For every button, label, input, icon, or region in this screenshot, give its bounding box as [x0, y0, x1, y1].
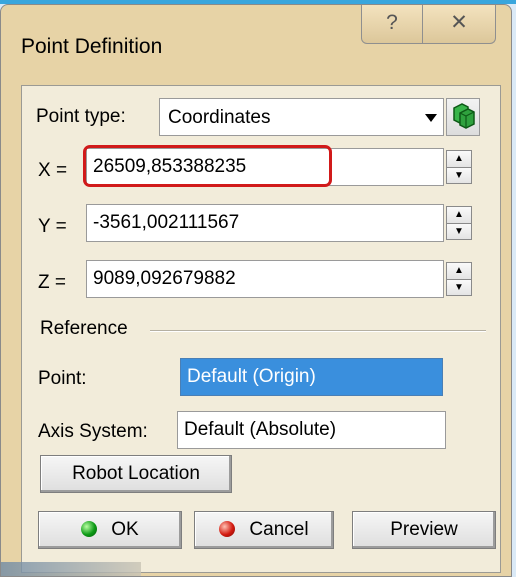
point-type-label: Point type:	[36, 106, 126, 127]
z-coordinate-field[interactable]: 9089,092679882	[86, 260, 444, 298]
spin-down-icon[interactable]: ▼	[447, 167, 471, 183]
y-coordinate-field[interactable]: -3561,002111567	[86, 204, 444, 242]
stack-icon[interactable]	[446, 98, 480, 136]
reference-group-label: Reference	[40, 318, 128, 339]
spin-up-icon[interactable]: ▲	[447, 207, 471, 224]
reference-divider	[150, 330, 486, 332]
help-button[interactable]: ?	[361, 5, 423, 44]
close-icon: ✕	[450, 11, 468, 34]
y-spinner[interactable]: ▲ ▼	[446, 206, 472, 240]
point-type-dropdown[interactable]: Coordinates	[159, 98, 444, 136]
x-label: X =	[38, 160, 68, 181]
x-spinner[interactable]: ▲ ▼	[446, 150, 472, 184]
reference-point-field[interactable]: Default (Origin)	[180, 358, 443, 396]
cancel-button[interactable]: Cancel	[194, 511, 334, 549]
dialog-titlebar[interactable]: Point Definition ? ✕	[1, 5, 511, 87]
dialog-content: Point type: Coordinates X = 26509,853388…	[21, 85, 501, 573]
point-type-value: Coordinates	[168, 107, 271, 128]
point-definition-dialog: Point Definition ? ✕ Point type: Coordin…	[0, 4, 512, 577]
ok-icon	[81, 521, 98, 537]
spin-down-icon[interactable]: ▼	[447, 279, 471, 295]
axis-system-label: Axis System:	[38, 421, 148, 442]
cancel-label: Cancel	[249, 519, 309, 540]
dialog-title: Point Definition	[21, 35, 163, 58]
x-field-highlight	[83, 145, 332, 187]
spin-down-icon[interactable]: ▼	[447, 223, 471, 239]
z-label: Z =	[38, 272, 66, 293]
help-icon: ?	[386, 11, 398, 34]
preview-button[interactable]: Preview	[352, 511, 496, 549]
y-label: Y =	[38, 216, 67, 237]
spin-up-icon[interactable]: ▲	[447, 151, 471, 168]
z-spinner[interactable]: ▲ ▼	[446, 262, 472, 296]
axis-system-field[interactable]: Default (Absolute)	[177, 411, 446, 449]
spin-up-icon[interactable]: ▲	[447, 263, 471, 280]
cancel-icon	[219, 521, 236, 537]
chevron-down-icon	[425, 114, 437, 122]
window-bottom-edge	[1, 562, 141, 576]
close-button[interactable]: ✕	[422, 5, 496, 44]
ok-label: OK	[111, 519, 139, 540]
reference-point-label: Point:	[38, 368, 87, 389]
ok-button[interactable]: OK	[38, 511, 182, 549]
robot-location-button[interactable]: Robot Location	[40, 455, 232, 493]
